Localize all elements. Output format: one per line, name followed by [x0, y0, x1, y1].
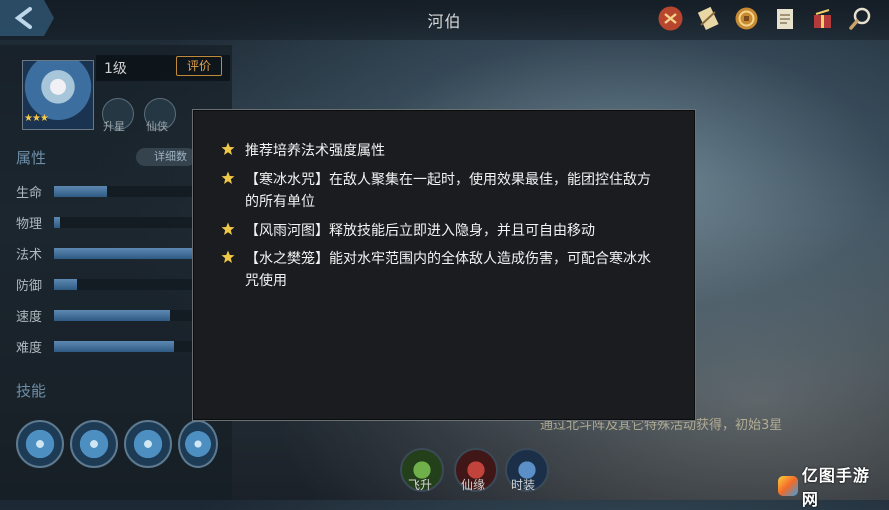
hero-tips-dialog[interactable]: 推荐培养法术强度属性 【寒冰水咒】在敌人聚集在一起时，使用效果最佳，能团控住敌方… — [192, 109, 696, 421]
shield-badge-icon[interactable] — [656, 4, 685, 33]
attribute-bar-fill — [54, 279, 77, 290]
attributes-title: 属性 — [16, 149, 47, 167]
attribute-bar-fill — [54, 310, 170, 321]
upgrade-star-label: 升星 — [103, 120, 125, 133]
site-logo-icon — [778, 476, 798, 496]
skill-2-icon[interactable] — [70, 420, 118, 468]
document-icon[interactable] — [770, 4, 799, 33]
tip-item: 【水之樊笼】能对水牢范围内的全体敌人造成伤害，可配合寒冰水咒使用 — [221, 248, 661, 292]
attribute-label: 生命 — [16, 186, 43, 201]
hero-level: 1级 — [104, 61, 127, 77]
costume-label: 时装 — [511, 478, 536, 492]
tip-item: 【风雨河图】释放技能后立即进入隐身，并且可自由移动 — [221, 220, 661, 242]
star-icon — [221, 250, 235, 263]
immortal-label: 仙侠 — [146, 120, 168, 133]
attribute-detail-button[interactable]: 详细数 — [136, 148, 196, 166]
tip-item: 【寒冰水咒】在敌人聚集在一起时，使用效果最佳，能团控住敌方的所有单位 — [221, 169, 661, 213]
top-icon-bar — [656, 4, 875, 33]
attribute-bar-fill — [54, 186, 107, 197]
scroll-icon[interactable] — [694, 4, 723, 33]
rate-button[interactable]: 评价 — [176, 56, 222, 76]
tip-item: 推荐培养法术强度属性 — [221, 140, 661, 162]
attribute-bar-fill — [54, 341, 174, 352]
attribute-bar-fill — [54, 248, 204, 259]
attribute-bar-track — [54, 217, 204, 228]
skill-1-icon[interactable] — [16, 420, 64, 468]
attribute-bar-fill — [54, 217, 60, 228]
coin-icon[interactable] — [732, 4, 761, 33]
magnifier-icon[interactable] — [846, 4, 875, 33]
fate-label: 仙缘 — [461, 478, 486, 492]
star-rating: ★★★ — [24, 113, 49, 124]
attribute-label: 难度 — [16, 341, 43, 356]
skill-4-icon[interactable] — [178, 420, 218, 468]
attribute-label: 防御 — [16, 279, 43, 294]
gift-box-icon[interactable] — [808, 4, 837, 33]
attribute-label: 物理 — [16, 217, 43, 232]
star-icon — [221, 142, 235, 155]
star-icon — [221, 171, 235, 184]
top-bar: 河伯 — [0, 0, 889, 40]
attribute-label: 法术 — [16, 248, 43, 263]
star-icon — [221, 222, 235, 235]
skill-3-icon[interactable] — [124, 420, 172, 468]
site-watermark: 亿图手游网 — [778, 466, 886, 509]
skills-title: 技能 — [16, 382, 47, 400]
attribute-label: 速度 — [16, 310, 43, 325]
ascend-label: 飞升 — [408, 478, 433, 492]
